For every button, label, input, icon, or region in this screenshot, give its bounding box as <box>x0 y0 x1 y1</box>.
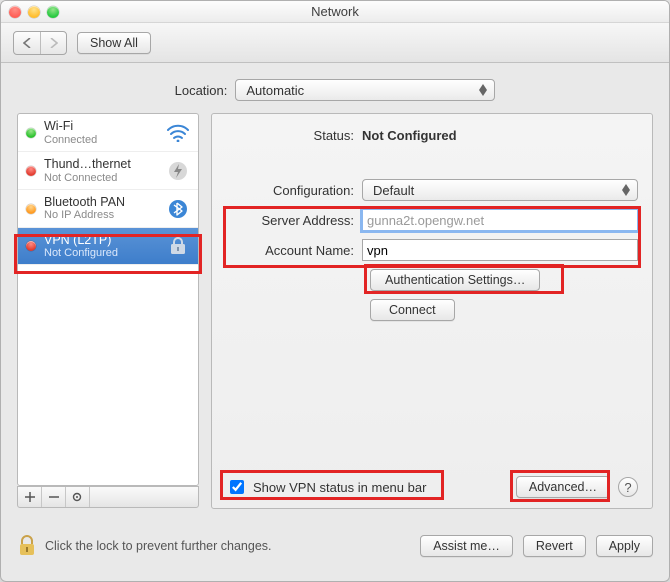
sidebar-item-name: Bluetooth PAN <box>44 196 158 210</box>
server-address-label: Server Address: <box>226 213 362 228</box>
sidebar-item-text: Bluetooth PAN No IP Address <box>44 196 158 222</box>
zoom-window-button[interactable] <box>47 6 59 18</box>
advanced-button[interactable]: Advanced… <box>516 476 610 498</box>
minimize-window-button[interactable] <box>28 6 40 18</box>
minus-icon <box>49 492 59 502</box>
remove-service-button[interactable] <box>42 487 66 507</box>
account-name-row: Account Name: <box>226 239 638 261</box>
configuration-popup[interactable]: Default <box>362 179 638 201</box>
sidebar-item-wifi[interactable]: Wi-Fi Connected <box>18 114 198 152</box>
status-dot-disconnected-icon <box>26 166 36 176</box>
show-vpn-status-input[interactable] <box>230 480 244 494</box>
updown-arrows-icon <box>619 182 633 198</box>
sidebar-item-vpn[interactable]: VPN (L2TP) Not Configured <box>18 228 198 266</box>
sidebar-item-thunderbolt-ethernet[interactable]: Thund…thernet Not Connected <box>18 152 198 190</box>
sidebar-item-name: Wi-Fi <box>44 120 158 134</box>
show-vpn-status-label: Show VPN status in menu bar <box>253 480 426 495</box>
window-title: Network <box>1 4 669 19</box>
show-vpn-status-checkbox[interactable]: Show VPN status in menu bar <box>226 477 426 497</box>
panel-row: Wi-Fi Connected Thund…thernet Not <box>17 113 653 509</box>
network-prefpane-window: Network Show All Location: Automatic <box>0 0 670 582</box>
status-dot-connected-icon <box>26 128 36 138</box>
vpn-lock-icon <box>166 236 190 256</box>
assist-me-button[interactable]: Assist me… <box>420 535 513 557</box>
gear-icon <box>72 491 83 503</box>
status-dot-noip-icon <box>26 204 36 214</box>
apply-button[interactable]: Apply <box>596 535 653 557</box>
account-name-input[interactable] <box>362 239 638 261</box>
detail-pane: Status: Not Configured Configuration: De… <box>211 113 653 509</box>
lock-row[interactable]: Click the lock to prevent further change… <box>17 535 272 557</box>
detail-footer: Show VPN status in menu bar Advanced… ? <box>226 476 638 498</box>
titlebar: Network <box>1 1 669 23</box>
sidebar-item-sub: No IP Address <box>44 209 158 221</box>
service-action-button[interactable] <box>66 487 90 507</box>
bottom-bar: Click the lock to prevent further change… <box>1 521 669 571</box>
configuration-value: Default <box>373 183 414 198</box>
status-dot-notconfigured-icon <box>26 241 36 251</box>
show-all-button[interactable]: Show All <box>77 32 151 54</box>
chevron-left-icon <box>23 38 32 48</box>
server-address-input[interactable] <box>362 209 638 231</box>
location-value: Automatic <box>246 83 304 98</box>
back-button[interactable] <box>14 32 40 54</box>
action-buttons: Assist me… Revert Apply <box>420 535 653 557</box>
sidebar-item-text: Wi-Fi Connected <box>44 120 158 146</box>
thunderbolt-icon <box>166 161 190 181</box>
chevron-right-icon <box>49 38 58 48</box>
toolbar: Show All <box>1 23 669 63</box>
sidebar-item-text: Thund…thernet Not Connected <box>44 158 158 184</box>
authentication-settings-button[interactable]: Authentication Settings… <box>370 269 540 291</box>
nav-back-forward <box>13 31 67 55</box>
wifi-icon <box>166 123 190 143</box>
connect-button[interactable]: Connect <box>370 299 455 321</box>
help-button[interactable]: ? <box>618 477 638 497</box>
sidebar-item-sub: Not Configured <box>44 247 158 259</box>
sidebar-item-sub: Not Connected <box>44 172 158 184</box>
status-value: Not Configured <box>362 128 638 143</box>
server-address-row: Server Address: <box>226 209 638 231</box>
revert-button[interactable]: Revert <box>523 535 586 557</box>
traffic-lights <box>9 6 59 18</box>
close-window-button[interactable] <box>9 6 21 18</box>
services-list: Wi-Fi Connected Thund…thernet Not <box>18 114 198 466</box>
lock-icon <box>17 535 37 557</box>
sidebar-item-sub: Connected <box>44 134 158 146</box>
bluetooth-icon <box>166 199 190 219</box>
sidebar-item-bluetooth-pan[interactable]: Bluetooth PAN No IP Address <box>18 190 198 228</box>
updown-arrows-icon <box>476 82 490 98</box>
sidebar-footer <box>17 486 199 508</box>
configuration-row: Configuration: Default <box>226 179 638 201</box>
status-row: Status: Not Configured <box>226 128 638 143</box>
plus-icon <box>25 492 35 502</box>
location-row: Location: Automatic <box>17 79 653 101</box>
sidebar-item-text: VPN (L2TP) Not Configured <box>44 234 158 260</box>
add-service-button[interactable] <box>18 487 42 507</box>
forward-button[interactable] <box>40 32 66 54</box>
content-area: Location: Automatic Wi-Fi <box>1 63 669 521</box>
location-popup[interactable]: Automatic <box>235 79 495 101</box>
sidebar-item-name: Thund…thernet <box>44 158 158 172</box>
lock-text: Click the lock to prevent further change… <box>45 539 272 553</box>
account-name-label: Account Name: <box>226 243 362 258</box>
configuration-label: Configuration: <box>226 183 362 198</box>
sidebar-item-name: VPN (L2TP) <box>44 234 158 248</box>
location-label: Location: <box>175 83 228 98</box>
services-sidebar: Wi-Fi Connected Thund…thernet Not <box>17 113 199 486</box>
status-label: Status: <box>226 128 362 143</box>
